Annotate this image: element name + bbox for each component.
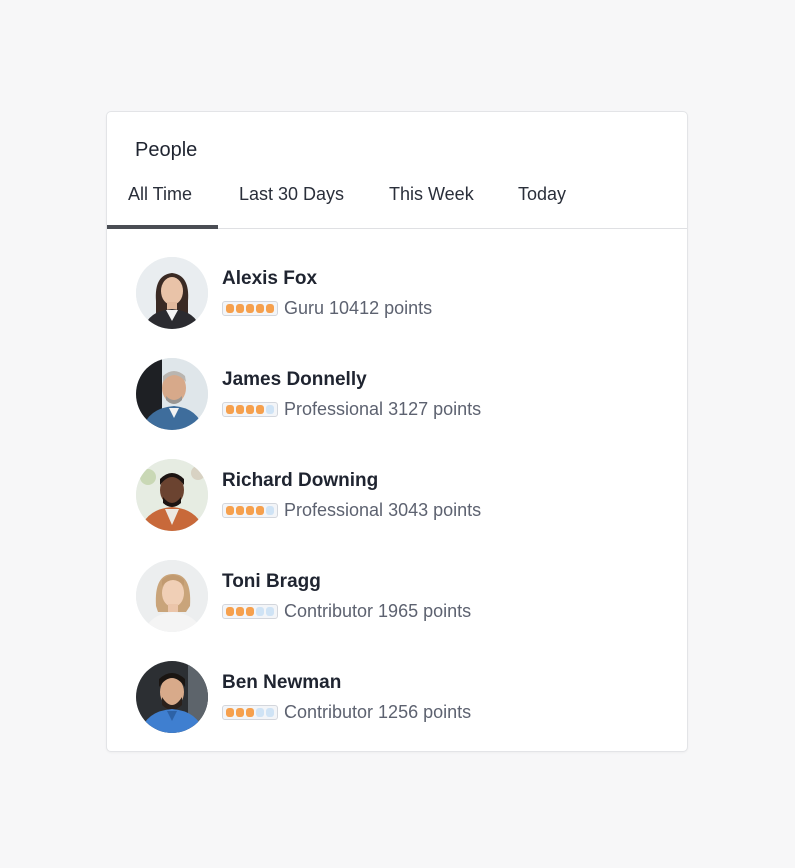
level-dot-icon — [246, 303, 254, 313]
level-dot-icon — [226, 303, 234, 313]
avatar[interactable] — [136, 661, 208, 733]
tab-today[interactable]: Today — [497, 170, 617, 228]
level-indicator — [222, 300, 278, 316]
person-name[interactable]: Toni Bragg — [222, 571, 321, 593]
level-dot-icon — [226, 404, 234, 414]
level-dot-icon — [256, 707, 264, 717]
level-dot-icon — [266, 505, 274, 515]
tab-this-week[interactable]: This Week — [368, 170, 497, 228]
person-name[interactable]: Ben Newman — [222, 672, 341, 694]
level-indicator — [222, 603, 278, 619]
rank-label: Professional — [284, 499, 384, 520]
people-list: Alexis Fox Guru 10412 points James Donne… — [136, 257, 656, 762]
level-dot-icon — [236, 404, 244, 414]
card-title: People — [135, 139, 198, 161]
points-value: 3043 — [388, 499, 429, 520]
level-dot-icon — [226, 707, 234, 717]
points-unit: points — [423, 701, 472, 722]
level-indicator — [222, 502, 278, 518]
list-item[interactable]: Ben Newman Contributor 1256 points — [136, 661, 656, 733]
avatar[interactable] — [136, 358, 208, 430]
level-dot-icon — [226, 505, 234, 515]
person-meta: Contributor 1965 points — [222, 600, 471, 622]
level-dot-icon — [266, 404, 274, 414]
points-value: 3127 — [388, 398, 429, 419]
person-name[interactable]: James Donnelly — [222, 369, 367, 391]
tab-all-time[interactable]: All Time — [107, 170, 218, 229]
list-item[interactable]: Alexis Fox Guru 10412 points — [136, 257, 656, 329]
list-item[interactable]: James Donnelly Professional 3127 points — [136, 358, 656, 430]
list-item[interactable]: Toni Bragg Contributor 1965 points — [136, 560, 656, 632]
points-value: 1256 — [378, 701, 419, 722]
level-dot-icon — [236, 303, 244, 313]
points-unit: points — [433, 499, 482, 520]
rank-label: Contributor — [284, 600, 374, 621]
level-dot-icon — [246, 404, 254, 414]
level-dot-icon — [246, 505, 254, 515]
rank-label: Contributor — [284, 701, 374, 722]
people-card: People All Time Last 30 Days This Week T… — [106, 111, 688, 752]
person-meta: Professional 3127 points — [222, 398, 481, 420]
points-unit: points — [423, 600, 472, 621]
avatar[interactable] — [136, 560, 208, 632]
person-meta: Guru 10412 points — [222, 297, 432, 319]
level-dot-icon — [236, 707, 244, 717]
level-dot-icon — [266, 303, 274, 313]
level-dot-icon — [256, 505, 264, 515]
points-value: 1965 — [378, 600, 419, 621]
person-name[interactable]: Richard Downing — [222, 470, 378, 492]
level-dot-icon — [256, 303, 264, 313]
rank-label: Professional — [284, 398, 384, 419]
level-indicator — [222, 704, 278, 720]
level-dot-icon — [266, 707, 274, 717]
points-value: 10412 — [329, 297, 380, 318]
tab-last-30-days[interactable]: Last 30 Days — [218, 170, 368, 228]
person-meta: Professional 3043 points — [222, 499, 481, 521]
person-meta: Contributor 1256 points — [222, 701, 471, 723]
avatar[interactable] — [136, 257, 208, 329]
level-dot-icon — [236, 505, 244, 515]
level-dot-icon — [236, 606, 244, 616]
level-dot-icon — [246, 707, 254, 717]
list-item[interactable]: Richard Downing Professional 3043 points — [136, 459, 656, 531]
level-dot-icon — [256, 606, 264, 616]
points-unit: points — [384, 297, 433, 318]
person-name[interactable]: Alexis Fox — [222, 268, 317, 290]
avatar[interactable] — [136, 459, 208, 531]
level-dot-icon — [256, 404, 264, 414]
points-unit: points — [433, 398, 482, 419]
level-dot-icon — [266, 606, 274, 616]
time-range-tabs: All Time Last 30 Days This Week Today — [107, 170, 687, 229]
level-dot-icon — [226, 606, 234, 616]
level-dot-icon — [246, 606, 254, 616]
level-indicator — [222, 401, 278, 417]
rank-label: Guru — [284, 297, 325, 318]
